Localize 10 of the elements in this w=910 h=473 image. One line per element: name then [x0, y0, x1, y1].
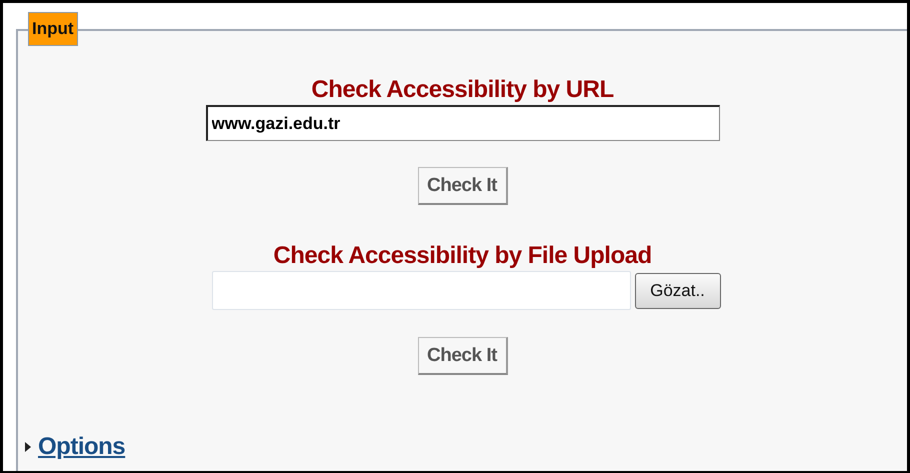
url-heading: Check Accessibility by URL	[311, 75, 614, 105]
expand-icon[interactable]	[24, 441, 32, 453]
file-field[interactable]	[212, 271, 630, 310]
upload-heading: Check Accessibility by File Upload	[273, 241, 652, 271]
browse-button[interactable]: Gözat..	[634, 272, 720, 308]
check-it-button[interactable]: Check It	[418, 167, 508, 205]
panel-legend: Input	[28, 12, 78, 46]
check-it-button[interactable]: Check It	[418, 337, 508, 375]
options-link[interactable]: Options	[38, 433, 126, 461]
url-field[interactable]: www.gazi.edu.tr	[206, 105, 720, 141]
